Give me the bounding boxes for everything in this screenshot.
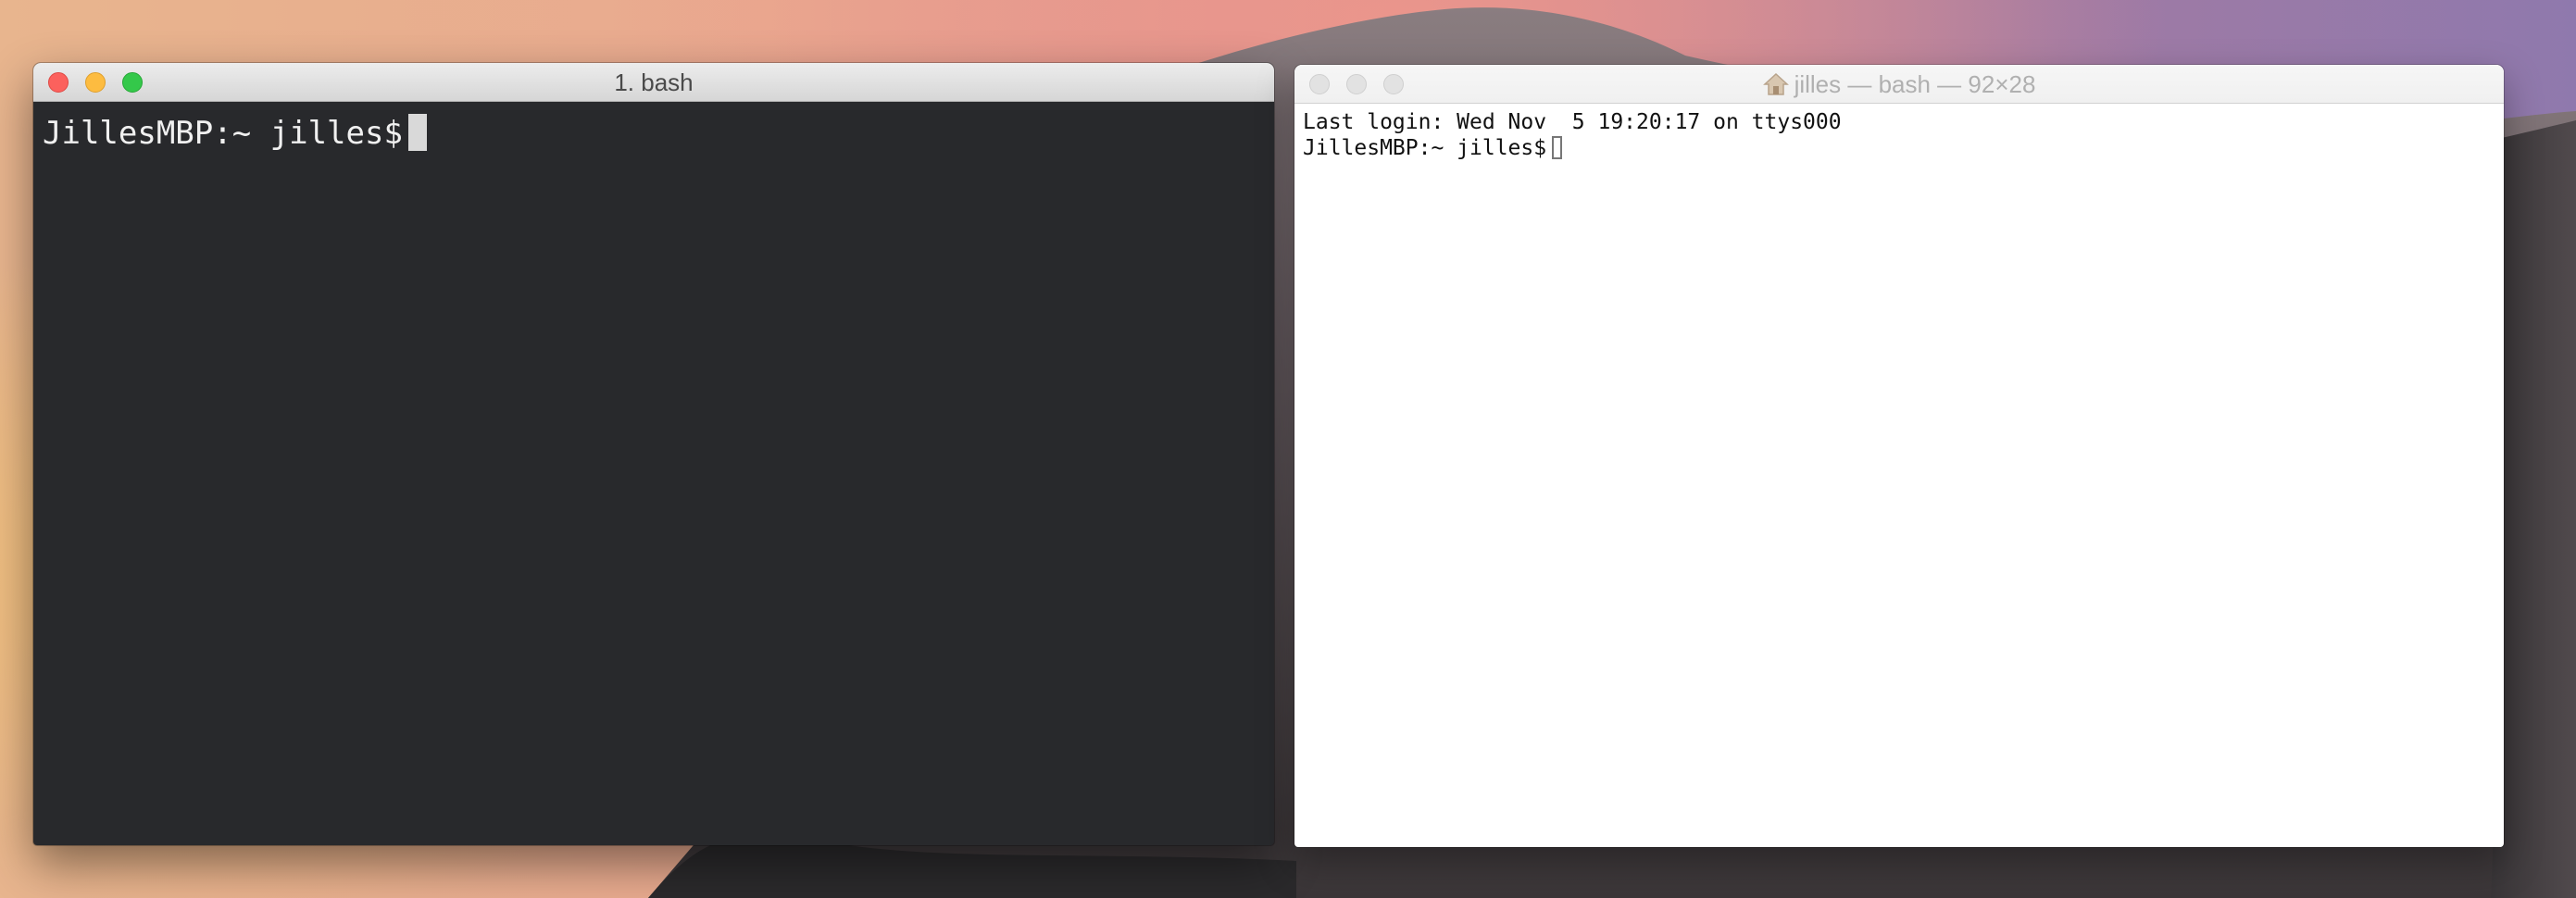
shell-prompt: JillesMBP:~ jilles$ xyxy=(1303,136,1547,160)
window-title: jilles — bash — 92×28 xyxy=(1294,65,2504,104)
prompt-line: JillesMBP:~ jilles$ xyxy=(1303,135,2495,161)
text-cursor xyxy=(407,114,427,151)
title-bar[interactable]: jilles — bash — 92×28 xyxy=(1294,65,2504,104)
window-title-text: 1. bash xyxy=(614,69,694,96)
window-title: 1. bash xyxy=(33,63,1274,102)
terminal-content[interactable]: Last login: Wed Nov 5 19:20:17 on ttys00… xyxy=(1303,109,2495,161)
home-icon xyxy=(1762,72,1789,95)
shell-prompt: JillesMBP:~ jilles$ xyxy=(43,115,403,152)
text-cursor xyxy=(1552,136,1563,159)
last-login-line: Last login: Wed Nov 5 19:20:17 on ttys00… xyxy=(1303,110,1842,134)
terminal-content[interactable]: JillesMBP:~ jilles$ xyxy=(43,111,1265,156)
window-title-text: jilles — bash — 92×28 xyxy=(1794,70,2036,98)
title-bar[interactable]: 1. bash xyxy=(33,63,1274,102)
terminal-window-right[interactable]: jilles — bash — 92×28 Last login: Wed No… xyxy=(1294,65,2504,847)
terminal-window-left[interactable]: 1. bash JillesMBP:~ jilles$ xyxy=(33,63,1274,845)
